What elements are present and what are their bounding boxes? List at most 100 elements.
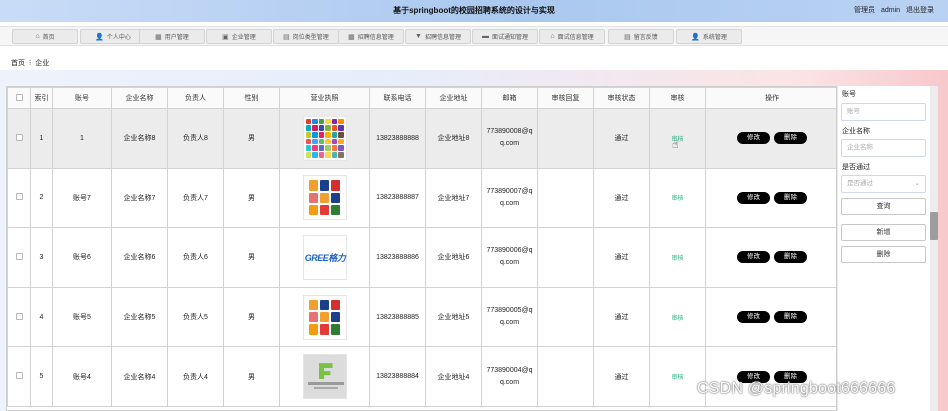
- nav-item-label: 系统管理: [702, 35, 727, 41]
- cell-review-action: 审核: [649, 227, 706, 288]
- home-icon: ⌂: [35, 33, 40, 40]
- table-header-row: 索引 账号 企业名称 负责人 性别 营业执照 联系电话 企业地址 邮箱 审核回复 审核状态 审核 操作: [7, 87, 836, 109]
- table-row: 2 账号7 企业名称7 负责人7 男 13823888887 企业地址7 773890007@…: [7, 167, 836, 229]
- table-row: 1 1 企业名称8 负责人8 男 13823888888 企业地址8 773890008@qq…: [7, 108, 836, 169]
- email-text: 773890004@qq.com: [486, 366, 533, 386]
- cell-operations: 修改 删除: [705, 227, 836, 288]
- delete-button[interactable]: 删除: [774, 132, 807, 145]
- company-table: 索引 账号 企业名称 负责人 性别 营业执照 联系电话 企业地址 邮箱 审核回复 审核状态 审核 操作 …: [7, 87, 836, 407]
- logout-link[interactable]: 退出登录: [906, 7, 934, 14]
- add-button[interactable]: 新增: [841, 224, 926, 241]
- company-table-container: 索引 账号 企业名称 负责人 性别 营业执照 联系电话 企业地址 邮箱 审核回复 审核状态 审核 操作 …: [6, 86, 837, 411]
- row-checkbox[interactable]: [15, 372, 23, 380]
- business-license-image[interactable]: [302, 115, 347, 161]
- nav-item-10[interactable]: 👤 系统管理: [676, 29, 742, 44]
- cell-phone: 13823888887: [369, 167, 426, 229]
- passed-select[interactable]: 是否通过 ⌄: [841, 175, 926, 193]
- edit-button[interactable]: 修改: [737, 311, 770, 324]
- user-name: admin: [880, 7, 901, 14]
- business-license-image[interactable]: GREE格力: [302, 234, 347, 280]
- cell-address: 企业地址6: [425, 227, 482, 288]
- page-scrollbar[interactable]: [930, 86, 938, 411]
- company-name-search-input[interactable]: 企业名称: [841, 139, 926, 157]
- business-license-image[interactable]: [302, 175, 347, 221]
- row-checkbox[interactable]: [15, 193, 23, 201]
- cell-account: 账号4: [52, 346, 112, 407]
- nav-item-1[interactable]: 👤 个人中心: [80, 29, 146, 44]
- delete-button[interactable]: 删除: [774, 191, 807, 204]
- cell-license: GREE格力: [279, 227, 370, 288]
- company-name-label: 企业名称: [842, 128, 870, 135]
- cell-email: 773890008@qq.com: [481, 108, 538, 169]
- top-header-bar: 基于springboot的校园招聘系统的设计与实现 管理员 admin 退出登录: [0, 0, 948, 22]
- account-search-input[interactable]: 账号: [841, 103, 926, 121]
- search-panel: 账号 账号 企业名称 企业名称 是否通过 是否通过 ⌄ 查询 新增 删除: [838, 86, 930, 411]
- cell-owner: 负责人8: [167, 108, 224, 169]
- watermark-text: CSDN @springboot666666: [697, 380, 896, 397]
- row-checkbox[interactable]: [15, 252, 23, 260]
- cell-address: 企业地址5: [425, 286, 482, 348]
- cell-operations: 修改 删除: [705, 286, 836, 348]
- column-header: 审核状态: [593, 87, 650, 109]
- business-license-image[interactable]: [302, 294, 347, 340]
- delete-button[interactable]: 删除: [774, 311, 807, 324]
- table-row: 4 账号5 企业名称5 负责人5 男 13823888885 企业地址5 773890005@…: [7, 286, 836, 348]
- edit-button[interactable]: 修改: [737, 191, 770, 204]
- nav-item-0[interactable]: ⌂ 首页: [12, 29, 78, 44]
- business-license-image[interactable]: [302, 354, 347, 400]
- email-text: 773890005@qq.com: [486, 307, 533, 327]
- row-checkbox[interactable]: [15, 312, 23, 320]
- edit-button[interactable]: 修改: [737, 251, 770, 264]
- nav-item-4[interactable]: ▤ 岗位类型管理: [273, 29, 339, 44]
- edit-button[interactable]: 修改: [737, 132, 770, 145]
- cell-license: [279, 167, 370, 229]
- building-icon: ▣: [222, 33, 229, 41]
- nav-item-6[interactable]: ▼ 招聘信息管理: [405, 29, 471, 44]
- select-all-checkbox[interactable]: [15, 93, 23, 101]
- cell-account: 账号6: [52, 227, 112, 288]
- review-link[interactable]: 审核: [671, 196, 683, 202]
- review-link[interactable]: 审核: [671, 256, 683, 262]
- cell-account: 1: [52, 108, 112, 169]
- cell-review-reply: [537, 167, 594, 229]
- nav-item-7[interactable]: ▬ 面试通知管理: [472, 29, 538, 44]
- nav-item-label: 个人中心: [106, 35, 131, 41]
- batch-delete-button[interactable]: 删除: [841, 246, 926, 263]
- row-checkbox[interactable]: [15, 133, 23, 141]
- list-icon: ▤: [624, 33, 631, 41]
- select-all-cell: [7, 87, 31, 109]
- user-role: 管理员: [854, 7, 876, 14]
- cell-review-reply: [537, 108, 594, 169]
- cell-review-status: 通过: [593, 167, 650, 229]
- query-button[interactable]: 查询: [841, 198, 926, 215]
- cell-license: [279, 286, 370, 348]
- cell-phone: 13823888886: [369, 227, 426, 288]
- review-link[interactable]: 审核: [671, 375, 683, 381]
- mouse-cursor-icon: ☝: [672, 139, 679, 151]
- cell-phone: 13823888884: [369, 346, 426, 407]
- column-header: 邮箱: [481, 87, 538, 109]
- review-link[interactable]: 审核: [671, 316, 683, 322]
- nav-item-9[interactable]: ▤ 留言反馈: [608, 29, 674, 44]
- cell-index: 5: [30, 346, 53, 407]
- breadcrumb: 首页 ⁝ 企业: [11, 58, 49, 68]
- breadcrumb-home[interactable]: 首页: [11, 60, 25, 67]
- cell-operations: 修改 删除: [705, 108, 836, 169]
- cell-review-reply: [537, 227, 594, 288]
- nav-item-3[interactable]: ▣ 企业管理: [206, 29, 272, 44]
- cell-address: 企业地址4: [425, 346, 482, 407]
- nav-item-8[interactable]: ⌂ 面试信息管理: [539, 29, 605, 44]
- cell-license: [279, 346, 370, 407]
- delete-button[interactable]: 删除: [774, 251, 807, 264]
- cell-index: 4: [30, 286, 53, 348]
- passed-label: 是否通过: [842, 164, 870, 171]
- column-header: 负责人: [167, 87, 224, 109]
- scrollbar-thumb[interactable]: [930, 212, 938, 240]
- nav-item-5[interactable]: ▦ 招聘信息管理: [338, 29, 404, 44]
- cell-review-status: 通过: [593, 346, 650, 407]
- cell-review-status: 通过: [593, 108, 650, 169]
- column-header: 联系电话: [369, 87, 426, 109]
- cell-gender: 男: [223, 167, 280, 229]
- nav-item-2[interactable]: ▦ 用户管理: [139, 29, 205, 44]
- cell-review-status: 通过: [593, 286, 650, 348]
